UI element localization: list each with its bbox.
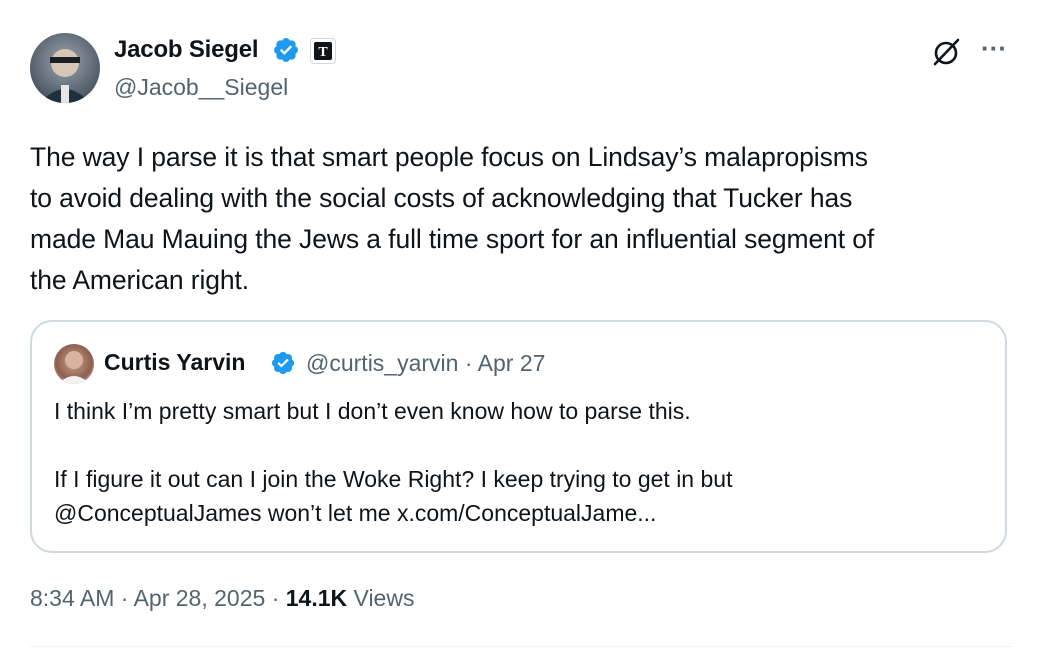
separator: · (464, 350, 473, 376)
quoted-date[interactable]: Apr 27 (478, 350, 546, 376)
separator: · (271, 585, 280, 611)
tweet-text-line: the American right. (30, 265, 250, 295)
views-label: Views (353, 585, 415, 611)
more-options-icon[interactable]: ··· (978, 35, 1010, 66)
quoted-meta: @curtis_yarvin · Apr 27 (306, 350, 545, 377)
quoted-text-line: I think I’m pretty smart but I don’t eve… (54, 398, 691, 424)
author-name[interactable]: Jacob Siegel (114, 36, 259, 64)
tweet-time[interactable]: 8:34 AM (30, 585, 114, 611)
quoted-tweet[interactable]: Curtis Yarvin @curtis_yarvin · Apr 27 I … (30, 320, 1007, 553)
tweet-text-line: made Mau Mauing the Jews a full time spo… (30, 224, 875, 254)
author-handle[interactable]: @Jacob__Siegel (114, 74, 288, 101)
divider (30, 646, 1012, 647)
verified-badge-icon (274, 38, 298, 62)
author-avatar[interactable] (30, 33, 100, 103)
tweet-text-line: The way I parse it is that smart people … (30, 142, 868, 172)
quoted-text: I think I’m pretty smart but I don’t eve… (54, 394, 984, 530)
tweet-meta: 8:34 AM · Apr 28, 2025 · 14.1K Views (30, 585, 414, 612)
tweet-date[interactable]: Apr 28, 2025 (134, 585, 266, 611)
grok-icon[interactable] (930, 36, 962, 68)
quoted-author-avatar (54, 344, 94, 384)
separator: · (120, 585, 129, 611)
tweet-text-line: to avoid dealing with the social costs o… (30, 183, 853, 213)
tweet-text: The way I parse it is that smart people … (30, 137, 1020, 301)
quoted-verified-badge-icon (271, 351, 295, 375)
quoted-author-name: Curtis Yarvin (104, 349, 246, 375)
affiliation-badge-letter: T (318, 45, 328, 60)
quoted-author-handle: @curtis_yarvin (306, 350, 459, 376)
views-count[interactable]: 14.1K (286, 585, 347, 611)
quoted-text-line: @ConceptualJames won’t let me x.com/Conc… (54, 500, 657, 526)
affiliation-badge-icon[interactable]: T (310, 38, 336, 64)
tweet-card: Jacob Siegel T @Jacob__Siegel ··· The wa… (0, 0, 1042, 650)
quoted-text-line: If I figure it out can I join the Woke R… (54, 466, 733, 492)
